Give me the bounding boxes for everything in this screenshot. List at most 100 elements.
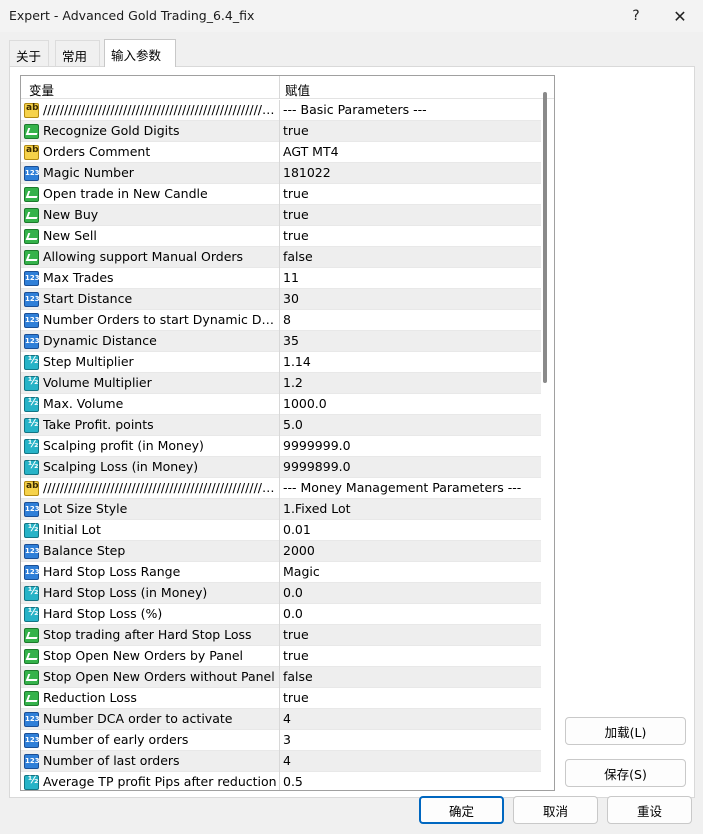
table-row[interactable]: Max. Volume 1000.0 <box>21 394 541 415</box>
column-header-variable[interactable]: 变量 <box>29 80 54 99</box>
parameter-name: Reduction Loss <box>43 690 137 705</box>
parameter-value[interactable]: true <box>283 207 537 222</box>
double-type-icon <box>24 607 39 622</box>
table-row[interactable]: Number DCA order to activate 4 <box>21 709 541 730</box>
parameter-value[interactable]: true <box>283 690 537 705</box>
parameter-value[interactable]: true <box>283 123 537 138</box>
table-row[interactable]: Number of early orders 3 <box>21 730 541 751</box>
parameter-value[interactable]: 9999899.0 <box>283 459 537 474</box>
column-divider[interactable] <box>279 76 280 99</box>
table-row[interactable]: Hard Stop Loss Range Magic <box>21 562 541 583</box>
table-row[interactable]: Volume Multiplier 1.2 <box>21 373 541 394</box>
parameter-name: Step Multiplier <box>43 354 134 369</box>
parameter-value[interactable]: 4 <box>283 753 537 768</box>
table-row[interactable]: ////////////////////////////////////////… <box>21 478 541 499</box>
table-row[interactable]: Magic Number 181022 <box>21 163 541 184</box>
parameter-value[interactable]: 181022 <box>283 165 537 180</box>
table-row[interactable]: Number Orders to start Dynamic Dist... 8 <box>21 310 541 331</box>
parameter-value[interactable]: 1000.0 <box>283 396 537 411</box>
table-row[interactable]: Allowing support Manual Orders false <box>21 247 541 268</box>
table-row[interactable]: Take Profit. points 5.0 <box>21 415 541 436</box>
table-row[interactable]: Balance Step 2000 <box>21 541 541 562</box>
parameter-value[interactable]: 11 <box>283 270 537 285</box>
table-row[interactable]: ////////////////////////////////////////… <box>21 100 541 121</box>
table-row[interactable]: Reduction Loss true <box>21 688 541 709</box>
table-row[interactable]: Max Trades 11 <box>21 268 541 289</box>
table-row[interactable]: New Sell true <box>21 226 541 247</box>
reset-button[interactable]: 重设 <box>607 796 692 824</box>
double-type-icon <box>24 586 39 601</box>
table-row[interactable]: Hard Stop Loss (in Money) 0.0 <box>21 583 541 604</box>
parameter-value[interactable]: 0.0 <box>283 606 537 621</box>
parameter-value[interactable]: true <box>283 627 537 642</box>
integer-type-icon <box>24 712 40 727</box>
table-row[interactable]: Stop Open New Orders without Panel false <box>21 667 541 688</box>
table-row[interactable]: Scalping profit (in Money) 9999999.0 <box>21 436 541 457</box>
boolean-type-icon <box>24 124 39 139</box>
parameter-value[interactable]: 4 <box>283 711 537 726</box>
string-type-icon <box>24 103 39 118</box>
integer-type-icon <box>24 271 40 286</box>
parameter-value[interactable]: 1.Fixed Lot <box>283 501 537 516</box>
table-row[interactable]: Lot Size Style 1.Fixed Lot <box>21 499 541 520</box>
help-button[interactable]: ? <box>622 4 650 28</box>
parameter-value[interactable]: false <box>283 669 537 684</box>
table-row[interactable]: Dynamic Distance 35 <box>21 331 541 352</box>
cell-divider <box>279 163 280 184</box>
table-row[interactable]: Number of last orders 4 <box>21 751 541 772</box>
double-type-icon <box>24 439 39 454</box>
parameter-value[interactable]: false <box>283 249 537 264</box>
parameter-value[interactable]: 2000 <box>283 543 537 558</box>
parameter-value[interactable]: --- Basic Parameters --- <box>283 102 537 117</box>
parameter-value[interactable]: --- Money Management Parameters --- <box>283 480 537 495</box>
table-row[interactable]: Average TP profit Pips after reduction 0.… <box>21 772 541 790</box>
parameter-name: Orders Comment <box>43 144 151 159</box>
parameter-value[interactable]: 1.2 <box>283 375 537 390</box>
cancel-button[interactable]: 取消 <box>513 796 598 824</box>
tab-common[interactable]: 常用 <box>55 40 100 67</box>
cell-divider <box>279 268 280 289</box>
table-row[interactable]: Orders Comment AGT MT4 <box>21 142 541 163</box>
close-button[interactable]: ✕ <box>666 4 694 28</box>
table-row[interactable]: Stop trading after Hard Stop Loss true <box>21 625 541 646</box>
table-row[interactable]: Recognize Gold Digits true <box>21 121 541 142</box>
window-title: Expert - Advanced Gold Trading_6.4_fix <box>9 8 255 23</box>
parameter-name: Hard Stop Loss (%) <box>43 606 163 621</box>
parameter-value[interactable]: 0.01 <box>283 522 537 537</box>
parameter-name: Hard Stop Loss Range <box>43 564 181 579</box>
tab-about[interactable]: 关于 <box>9 40 49 67</box>
ok-button[interactable]: 确定 <box>419 796 504 824</box>
parameter-name: Magic Number <box>43 165 134 180</box>
parameter-value[interactable]: true <box>283 228 537 243</box>
double-type-icon <box>24 376 39 391</box>
grid-rows: ////////////////////////////////////////… <box>21 100 541 790</box>
table-row[interactable]: New Buy true <box>21 205 541 226</box>
save-button[interactable]: 保存(S) <box>565 759 686 787</box>
parameter-value[interactable]: AGT MT4 <box>283 144 537 159</box>
parameter-value[interactable]: 3 <box>283 732 537 747</box>
parameter-value[interactable]: 0.5 <box>283 774 537 789</box>
scrollbar-thumb[interactable] <box>543 92 547 383</box>
table-row[interactable]: Initial Lot 0.01 <box>21 520 541 541</box>
table-row[interactable]: Hard Stop Loss (%) 0.0 <box>21 604 541 625</box>
parameter-value[interactable]: 30 <box>283 291 537 306</box>
cell-divider <box>279 730 280 751</box>
tab-inputs[interactable]: 输入参数 <box>104 39 176 67</box>
table-row[interactable]: Open trade in New Candle true <box>21 184 541 205</box>
parameter-value[interactable]: 1.14 <box>283 354 537 369</box>
table-row[interactable]: Step Multiplier 1.14 <box>21 352 541 373</box>
table-row[interactable]: Stop Open New Orders by Panel true <box>21 646 541 667</box>
load-button[interactable]: 加载(L) <box>565 717 686 745</box>
table-row[interactable]: Scalping Loss (in Money) 9999899.0 <box>21 457 541 478</box>
cell-divider <box>279 457 280 478</box>
parameter-value[interactable]: true <box>283 186 537 201</box>
parameter-value[interactable]: 5.0 <box>283 417 537 432</box>
parameter-value[interactable]: 8 <box>283 312 537 327</box>
parameter-value[interactable]: true <box>283 648 537 663</box>
table-row[interactable]: Start Distance 30 <box>21 289 541 310</box>
parameter-value[interactable]: 9999999.0 <box>283 438 537 453</box>
column-header-value[interactable]: 赋值 <box>285 80 310 99</box>
parameter-value[interactable]: 35 <box>283 333 537 348</box>
parameter-value[interactable]: Magic <box>283 564 537 579</box>
parameter-value[interactable]: 0.0 <box>283 585 537 600</box>
